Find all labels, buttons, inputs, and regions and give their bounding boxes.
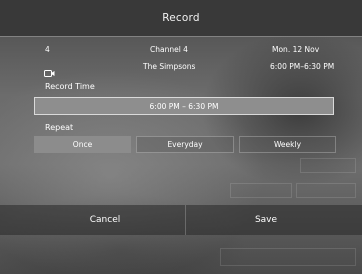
dialog-title: Record bbox=[162, 12, 200, 24]
show-time: 6:00 PM–6:30 PM bbox=[270, 62, 335, 71]
channel-number: 4 bbox=[45, 45, 50, 54]
dialog-title-bar: Record bbox=[0, 0, 362, 36]
program-date: Mon. 12 Nov bbox=[272, 45, 320, 54]
repeat-option-once[interactable]: Once bbox=[34, 136, 131, 153]
background-blur-element bbox=[230, 183, 292, 198]
repeat-option-label: Everyday bbox=[167, 140, 203, 149]
repeat-option-weekly[interactable]: Weekly bbox=[239, 136, 336, 153]
record-time-label: Record Time bbox=[45, 82, 95, 91]
background-blur-element bbox=[296, 183, 356, 198]
save-button-label: Save bbox=[254, 215, 278, 225]
repeat-option-label: Weekly bbox=[273, 140, 302, 149]
background-blur-element bbox=[300, 158, 356, 173]
record-time-value: 6:00 PM – 6:30 PM bbox=[149, 101, 219, 111]
title-divider bbox=[0, 36, 362, 37]
repeat-option-everyday[interactable]: Everyday bbox=[136, 136, 234, 153]
repeat-option-label: Once bbox=[72, 140, 93, 149]
record-time-field[interactable]: 6:00 PM – 6:30 PM bbox=[34, 97, 334, 115]
tv-record-icon bbox=[44, 62, 55, 77]
show-title: The Simpsons bbox=[143, 62, 196, 71]
cancel-button[interactable]: Cancel bbox=[25, 205, 185, 235]
background-blur-element bbox=[220, 248, 356, 266]
save-button[interactable]: Save bbox=[186, 205, 346, 235]
repeat-label: Repeat bbox=[45, 123, 74, 132]
cancel-button-label: Cancel bbox=[89, 215, 121, 225]
channel-name: Channel 4 bbox=[150, 45, 188, 54]
record-dialog: Record 4 Channel 4 Mon. 12 Nov The Simps… bbox=[0, 0, 362, 274]
